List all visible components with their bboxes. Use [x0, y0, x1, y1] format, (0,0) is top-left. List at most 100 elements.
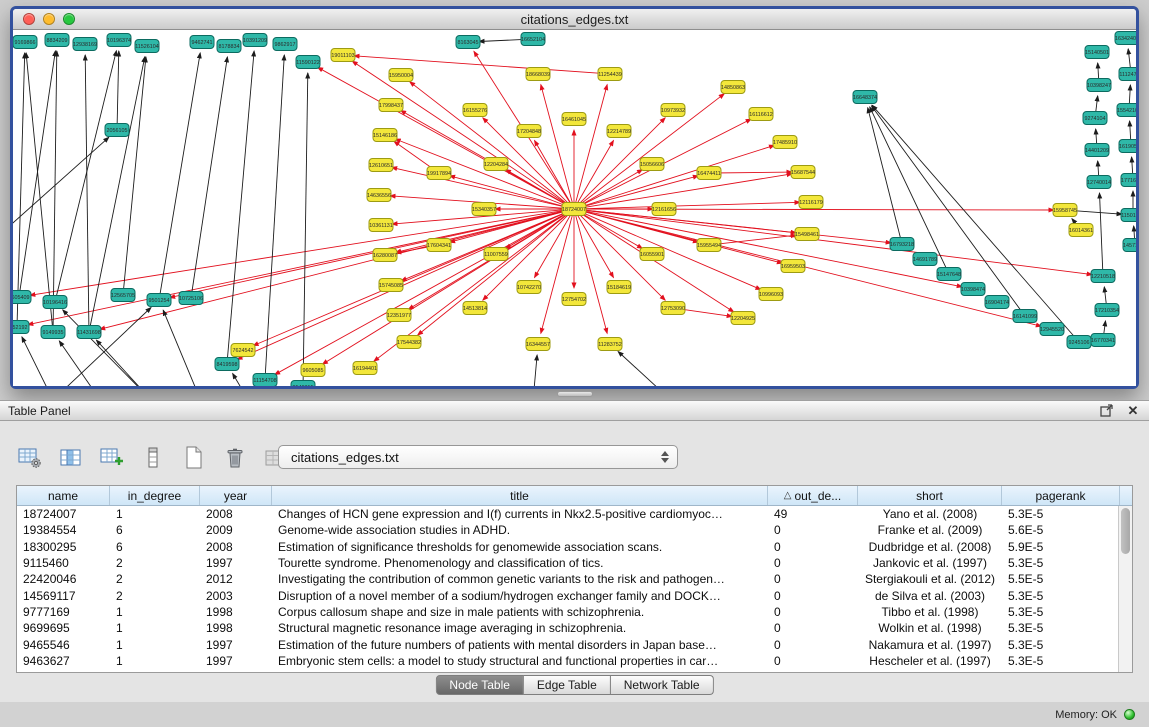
network-node[interactable]: 16190547	[1119, 140, 1136, 153]
table-cell-in_degree[interactable]: 2	[110, 556, 200, 570]
network-edge[interactable]	[395, 139, 570, 208]
table-cell-pagerank[interactable]: 5.9E-5	[1002, 540, 1120, 554]
network-edge[interactable]	[713, 235, 796, 244]
table-cell-name[interactable]: 14569117	[17, 589, 110, 603]
table-cell-out_de[interactable]: 0	[768, 654, 858, 668]
network-node[interactable]: 15687544	[791, 166, 815, 179]
network-node[interactable]: 10391209	[243, 34, 267, 47]
column-header-year[interactable]: year	[200, 486, 272, 505]
table-cell-title[interactable]: Investigating the contribution of common…	[272, 572, 768, 586]
network-node[interactable]: 10725106	[179, 292, 203, 305]
network-edge[interactable]	[13, 137, 109, 227]
table-cell-year[interactable]: 1998	[200, 621, 272, 635]
network-node[interactable]: 15950004	[389, 69, 413, 82]
table-cell-title[interactable]: Embryonic stem cells: a model to study s…	[272, 654, 768, 668]
network-node[interactable]: 18668039	[526, 68, 550, 81]
network-edge[interactable]	[22, 337, 51, 386]
network-node[interactable]: 11154708	[253, 374, 277, 387]
panel-splitter-handle[interactable]	[557, 391, 593, 397]
network-node[interactable]: 11007559	[484, 248, 508, 261]
network-edge[interactable]	[163, 310, 201, 386]
table-cell-out_de[interactable]: 0	[768, 523, 858, 537]
network-node[interactable]: 12740014	[1087, 176, 1111, 189]
network-node[interactable]: 16014361	[1069, 224, 1093, 237]
network-edge[interactable]	[1128, 49, 1130, 70]
network-node[interactable]: 12161656	[652, 203, 676, 216]
table-row[interactable]: 1830029562008Estimation of significance …	[17, 539, 1132, 555]
table-vertical-scrollbar[interactable]	[1118, 506, 1132, 672]
network-node[interactable]: 14636556	[367, 189, 391, 202]
close-window-button[interactable]	[23, 13, 35, 25]
float-panel-icon[interactable]	[1099, 403, 1115, 419]
network-edge[interactable]	[1130, 121, 1131, 142]
network-node[interactable]: 8163045	[456, 36, 480, 49]
network-node[interactable]: 16474411	[697, 167, 721, 180]
table-cell-in_degree[interactable]: 6	[110, 540, 200, 554]
table-cell-year[interactable]: 1997	[200, 654, 272, 668]
network-node[interactable]: 10742270	[517, 281, 541, 294]
table-cell-in_degree[interactable]: 2	[110, 572, 200, 586]
network-node[interactable]: 17604341	[427, 239, 451, 252]
minimize-window-button[interactable]	[43, 13, 55, 25]
network-edge[interactable]	[868, 108, 901, 240]
network-node[interactable]: 10361131	[369, 219, 393, 232]
scrollbar-thumb[interactable]	[1121, 508, 1130, 554]
network-edge[interactable]	[56, 51, 117, 298]
network-node[interactable]: 16793218	[890, 238, 914, 251]
network-node[interactable]: 11526104	[135, 40, 159, 53]
table-cell-pagerank[interactable]: 5.6E-5	[1002, 523, 1120, 537]
tab-node-table[interactable]: Node Table	[435, 675, 524, 695]
network-node[interactable]: 10196374	[107, 34, 131, 47]
network-node[interactable]: 17485910	[773, 136, 797, 149]
network-node[interactable]: 15056606	[640, 158, 664, 171]
network-node[interactable]: 9245106	[1067, 336, 1091, 349]
network-node[interactable]: 14513814	[463, 302, 487, 315]
network-node[interactable]: 10996093	[759, 288, 783, 301]
network-edge[interactable]	[1129, 85, 1130, 106]
network-node[interactable]: 16344557	[526, 338, 550, 351]
table-cell-short[interactable]: Nakamura et al. (1997)	[858, 638, 1002, 652]
table-cell-pagerank[interactable]: 5.5E-5	[1002, 572, 1120, 586]
network-node[interactable]: 19011103	[331, 49, 355, 62]
network-edge[interactable]	[96, 340, 150, 386]
table-row[interactable]: 1456911722003Disruption of a novel membe…	[17, 587, 1132, 603]
network-node[interactable]: 11431698	[77, 326, 101, 339]
network-node[interactable]: 9501254	[147, 294, 171, 307]
network-edge[interactable]	[410, 82, 571, 207]
table-row[interactable]: 1872400712008Changes of HCN gene express…	[17, 506, 1132, 522]
table-cell-in_degree[interactable]: 2	[110, 589, 200, 603]
network-node[interactable]: 15184619	[607, 281, 631, 294]
network-node[interactable]: 9274104	[1083, 112, 1107, 125]
table-cell-in_degree[interactable]: 1	[110, 621, 200, 635]
table-cell-short[interactable]: Wolkin et al. (1998)	[858, 621, 1002, 635]
table-cell-out_de[interactable]: 0	[768, 556, 858, 570]
table-cell-title[interactable]: Structural magnetic resonance image aver…	[272, 621, 768, 635]
network-edge[interactable]	[872, 105, 1076, 339]
table-row[interactable]: 911546021997Tourette syndrome. Phenomeno…	[17, 555, 1132, 571]
network-node[interactable]: 12204284	[484, 158, 508, 171]
table-cell-in_degree[interactable]: 1	[110, 507, 200, 521]
network-node[interactable]: 16648374	[853, 91, 877, 104]
network-edge[interactable]	[100, 210, 570, 329]
network-edge[interactable]	[63, 310, 151, 386]
column-header-pagerank[interactable]: pagerank	[1002, 486, 1120, 505]
table-cell-name[interactable]: 9777169	[17, 605, 110, 619]
network-node[interactable]: 12753090	[661, 302, 685, 315]
network-node[interactable]: 11501204	[1121, 209, 1136, 222]
table-cell-out_de[interactable]: 49	[768, 507, 858, 521]
network-node[interactable]: 15955494	[697, 239, 721, 252]
table-cell-in_degree[interactable]: 1	[110, 605, 200, 619]
network-node[interactable]: 9605085	[301, 364, 325, 377]
network-node[interactable]: 15958745	[1053, 204, 1077, 217]
network-node[interactable]: 8552192	[13, 321, 29, 334]
table-cell-short[interactable]: Yano et al. (2008)	[858, 507, 1002, 521]
network-node[interactable]: 9862917	[273, 38, 297, 51]
network-node[interactable]: 10398474	[961, 283, 985, 296]
network-node[interactable]: 9605409	[13, 291, 31, 304]
network-node[interactable]: 14691789	[913, 253, 937, 266]
column-header-name[interactable]: name	[17, 486, 110, 505]
network-node[interactable]: 16141099	[1013, 310, 1037, 323]
table-cell-short[interactable]: Tibbo et al. (1998)	[858, 605, 1002, 619]
network-edge[interactable]	[160, 53, 201, 296]
network-node[interactable]: 15140501	[1085, 46, 1109, 59]
